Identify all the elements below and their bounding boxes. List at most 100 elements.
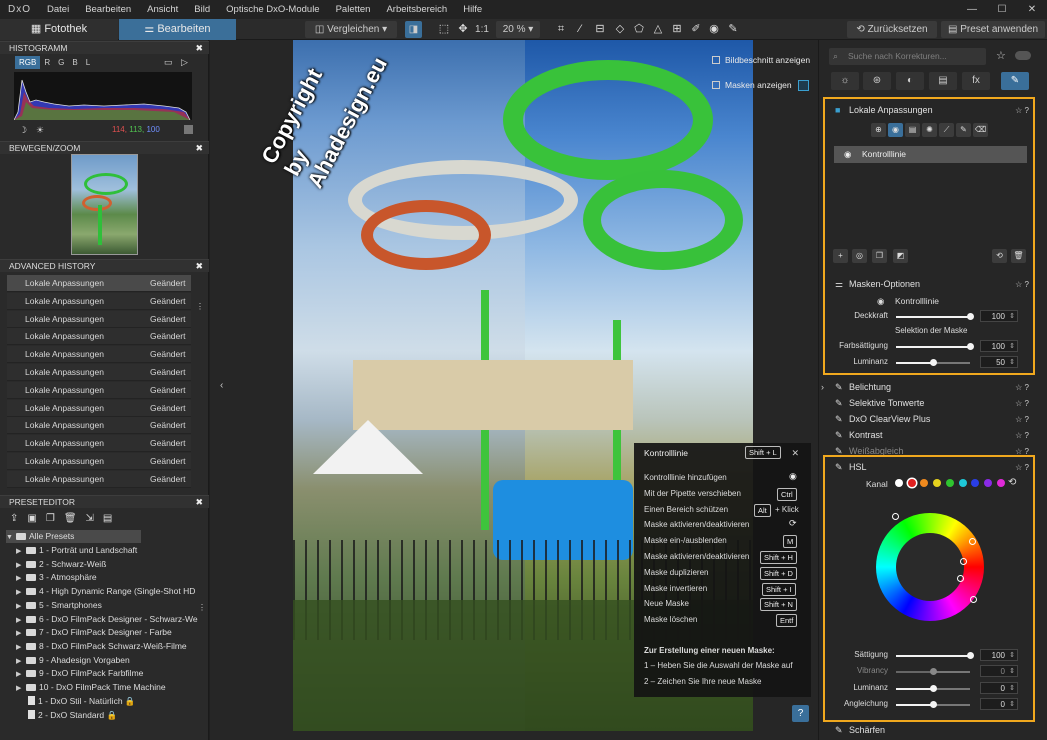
fit-icon[interactable]: ⬚ [437, 22, 451, 36]
menu-arbeitsbereich[interactable]: Arbeitsbereich [378, 4, 455, 15]
history-row[interactable]: Lokale Anpassungen Geändert [7, 275, 191, 292]
eraser-icon[interactable]: ⌫ [973, 123, 988, 137]
split-view-button[interactable]: ◨ [405, 21, 422, 38]
tab-local[interactable]: ✎ [1001, 72, 1029, 90]
hsl-channel-swatch[interactable] [996, 479, 1005, 487]
scroll-handle-icon[interactable]: ⋮ [196, 302, 204, 311]
minimize-icon[interactable]: — [957, 0, 987, 19]
toggle-icon[interactable] [1015, 51, 1031, 60]
preset-folder[interactable]: ▶ 9 - DxO FilmPack Farbfilme [16, 667, 208, 680]
control-line-icon[interactable]: ◉ [888, 123, 903, 137]
menu-paletten[interactable]: Paletten [328, 4, 379, 15]
invert-mask-icon[interactable]: ◩ [893, 249, 908, 263]
delete-mask-icon[interactable]: 🗑 [1011, 249, 1026, 263]
collapse-right-icon[interactable]: › [821, 382, 824, 392]
new-preset-icon[interactable]: ⇪ [10, 513, 27, 524]
show-crop-toggle[interactable]: Bildbeschnitt anzeigen [712, 53, 812, 67]
mask-color-swatch[interactable] [798, 80, 809, 91]
add-mask-icon[interactable]: + [833, 249, 848, 263]
preset-folder[interactable]: ▶ 1 - Porträt und Landschaft [16, 544, 208, 557]
hsl-channel-swatch[interactable] [958, 479, 967, 487]
wheel-handle[interactable] [970, 596, 977, 603]
slider-knob[interactable] [967, 343, 974, 350]
control-point-icon[interactable]: ⊕ [871, 123, 886, 137]
expand-icon[interactable]: ▶ [16, 600, 26, 612]
mask-options-header[interactable]: ⚌ Masken-Optionen ☆ ? [835, 277, 1031, 292]
menu-bild[interactable]: Bild [186, 4, 218, 15]
star-icon[interactable]: ☆ [996, 49, 1006, 62]
zoom-select[interactable]: 20 % ▾ [496, 21, 540, 38]
expand-icon[interactable]: ▶ [16, 545, 26, 557]
compare-button[interactable]: ◫ Vergleichen ▾ [305, 21, 397, 38]
close-icon[interactable]: ✕ [791, 448, 799, 459]
history-row[interactable]: Lokale Anpassungen Geändert [7, 417, 191, 435]
menu-ansicht[interactable]: Ansicht [139, 4, 186, 15]
brush-icon[interactable]: ⟋ [939, 123, 954, 137]
hsl-header[interactable]: ✎ HSL ☆ ? [835, 460, 1031, 475]
show-masks-toggle[interactable]: Masken anzeigen [712, 78, 812, 92]
hsl-channel-swatch[interactable] [945, 479, 954, 487]
star-icon[interactable]: ☆ ? [1015, 460, 1029, 475]
brush-2-icon[interactable]: ✎ [956, 123, 971, 137]
reset-mask-icon[interactable]: ⟲ [992, 249, 1007, 263]
expand-icon[interactable]: ▶ [16, 614, 26, 626]
expand-icon[interactable]: ▶ [16, 655, 26, 667]
preset-folder[interactable]: ▶ 4 - High Dynamic Range (Single-Shot HD [16, 585, 208, 598]
delete-preset-icon[interactable]: 🗑 [64, 513, 86, 524]
auto-mask-icon[interactable]: ✺ [922, 123, 937, 137]
channel-l[interactable]: L [82, 56, 94, 69]
preset-file[interactable]: 2 - DxO Standard 🔒 [28, 709, 220, 722]
preset-folder[interactable]: ▶ 10 - DxO FilmPack Time Machine [16, 681, 208, 694]
crop-icon[interactable]: ⌗ [554, 22, 568, 36]
star-icon[interactable]: ☆ ? [1015, 428, 1029, 443]
slider-knob[interactable] [930, 685, 937, 692]
close-icon[interactable]: ✖ [195, 496, 203, 509]
preset-folder[interactable]: ▶ 5 - Smartphones [16, 599, 208, 612]
close-icon[interactable]: ✖ [195, 142, 203, 155]
preset-folder[interactable]: ▶ 8 - DxO FilmPack Schwarz-Weiß-Filme [16, 640, 208, 653]
hsl-channel-swatch[interactable] [895, 479, 903, 487]
hsl-color-wheel[interactable] [876, 513, 984, 621]
slider-knob[interactable] [930, 359, 937, 366]
reset-button[interactable]: ⟲ Zurücksetzen [847, 21, 937, 38]
channel-g[interactable]: G [54, 56, 68, 69]
zoom-100-button[interactable]: 1:1 [474, 21, 490, 38]
hsl-channel-swatch[interactable] [983, 479, 992, 487]
gamut-icon[interactable]: ▷ [181, 57, 188, 68]
expand-icon[interactable]: ▶ [16, 668, 26, 680]
reshape-icon[interactable]: △ [651, 22, 665, 36]
horizon-icon[interactable]: ⊟ [593, 22, 607, 36]
gradient-icon[interactable]: ▤ [905, 123, 920, 137]
menu-bearbeiten[interactable]: Bearbeiten [77, 4, 139, 15]
slider-value[interactable]: 0 [980, 682, 1018, 694]
expand-icon[interactable]: ▶ [16, 559, 26, 571]
maximize-icon[interactable]: ☐ [987, 0, 1017, 19]
import-preset-icon[interactable]: ▣ [27, 513, 45, 524]
history-row[interactable]: Lokale Anpassungen Geändert [7, 470, 191, 488]
perspective-icon[interactable]: ◇ [613, 22, 627, 36]
expand-icon[interactable]: ▶ [16, 627, 26, 639]
move-icon[interactable]: ✥ [456, 22, 470, 36]
history-row[interactable]: Lokale Anpassungen Geändert [7, 328, 191, 346]
star-icon[interactable]: ☆ ? [1015, 103, 1029, 118]
wheel-handle[interactable] [892, 513, 899, 520]
expand-icon[interactable]: ▶ [16, 682, 26, 694]
show-mask-icon[interactable]: ◎ [852, 249, 867, 263]
slider-value[interactable]: 0 [980, 698, 1018, 710]
history-row[interactable]: Lokale Anpassungen Geändert [7, 399, 191, 417]
history-row[interactable]: Lokale Anpassungen Geändert [7, 435, 191, 453]
history-row[interactable]: Lokale Anpassungen Geändert [7, 364, 191, 381]
sharpen-header[interactable]: ✎ Schärfen [835, 723, 1031, 738]
menu-optische-module[interactable]: Optische DxO-Module [218, 4, 327, 15]
star-icon[interactable]: ☆ ? [1015, 277, 1029, 292]
star-icon[interactable]: ☆ ? [1015, 396, 1029, 411]
shadow-clip-icon[interactable]: ☽ [19, 125, 27, 136]
channel-b[interactable]: B [68, 56, 81, 69]
preset-folder[interactable]: ▶ 7 - DxO FilmPack Designer - Farbe [16, 626, 208, 639]
grid-icon[interactable]: ⊞ [670, 22, 684, 36]
eyedropper-icon[interactable]: ⁄ [573, 22, 587, 36]
slider-value[interactable]: 50 [980, 356, 1018, 368]
navigator-thumbnail[interactable] [71, 154, 138, 255]
tab-geometry[interactable]: ▤ [929, 72, 957, 90]
help-button[interactable]: ? [792, 705, 809, 722]
